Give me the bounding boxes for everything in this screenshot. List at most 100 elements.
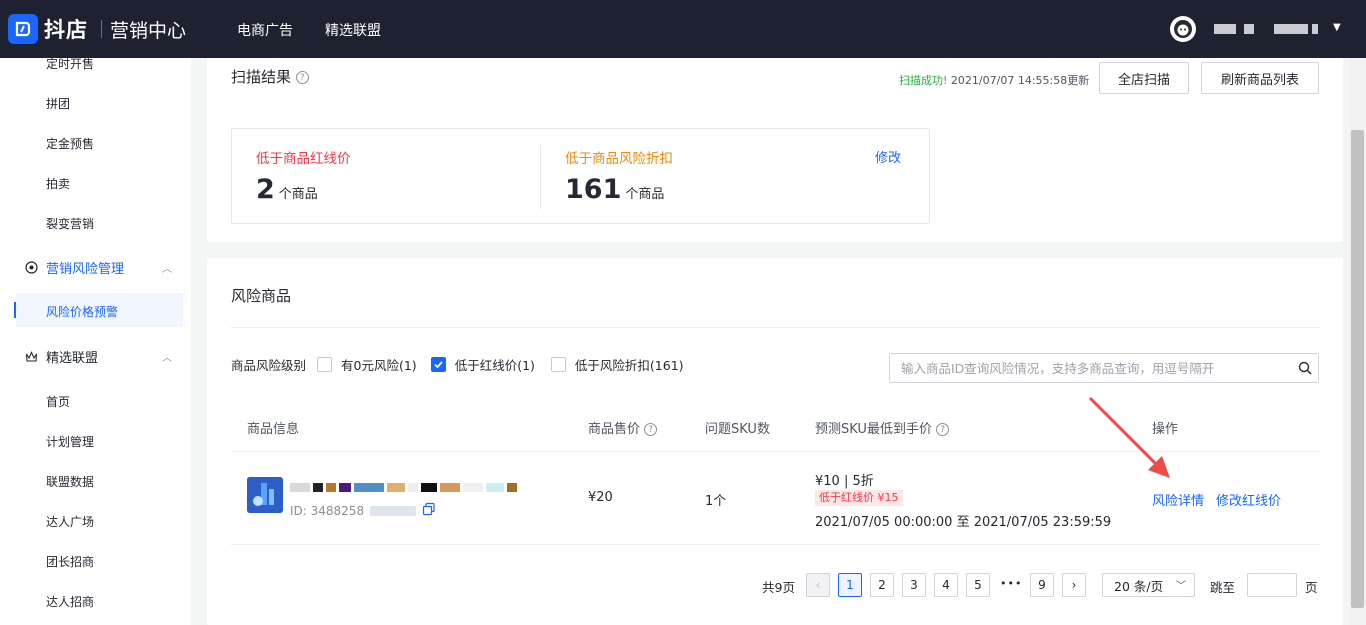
stat-below-discount-value[interactable]: 161: [565, 174, 621, 205]
risk-detail-link[interactable]: 风险详情: [1152, 490, 1204, 509]
sidebar-item-kol-recruit[interactable]: 达人招商: [46, 593, 94, 610]
top-navbar: 抖店 营销中心 电商广告 精选联盟 ▼: [0, 0, 1366, 58]
col-header-predict: 预测SKU最低到手价 ?: [815, 418, 950, 437]
filter-below-redline-label[interactable]: 低于红线价(1): [455, 355, 535, 374]
risk-filter-row: 商品风险级别 有0元风险(1) 低于红线价(1) 低于风险折扣(161): [231, 355, 684, 374]
search-icon[interactable]: [1298, 361, 1312, 379]
scan-result-title: 扫描结果 ?: [231, 66, 309, 87]
status-badge: 低于红线价 ¥15: [815, 490, 903, 506]
product-id-blurred: [370, 505, 417, 516]
col-header-sku-count: 问题SKU数: [705, 422, 770, 437]
username-blurred: [1244, 24, 1254, 34]
scrollbar-thumb[interactable]: [1351, 130, 1364, 608]
sidebar-item-price-warning[interactable]: 风险价格预警: [46, 303, 118, 320]
product-id-search: [889, 353, 1319, 383]
col-header-info: 商品信息: [247, 422, 300, 437]
stat-divider: [540, 145, 541, 209]
scan-updated-time: 2021/07/07 14:55:58更新: [950, 74, 1090, 87]
filter-zero-risk-label[interactable]: 有0元风险(1): [341, 355, 417, 374]
username-blurred: [1214, 24, 1236, 34]
checkbox-zero-risk[interactable]: [317, 357, 333, 372]
risk-filter-label: 商品风险级别: [231, 358, 307, 373]
pagination-page-last[interactable]: 9: [1030, 573, 1054, 597]
stat-unit: 个商品: [278, 187, 318, 202]
checkbox-below-discount[interactable]: [550, 357, 566, 372]
checkbox-below-redline[interactable]: [430, 357, 446, 372]
sidebar-item-auction[interactable]: 拍卖: [46, 175, 70, 192]
scan-success-text: 扫描成功!: [899, 74, 948, 87]
product-id: ID: 3488258: [290, 502, 436, 519]
chevron-down-icon: ﹀: [1176, 581, 1186, 592]
jump-suffix: 页: [1305, 580, 1318, 595]
sidebar-item-leader-recruit[interactable]: 团长招商: [46, 553, 94, 570]
doudian-logo-icon[interactable]: [8, 14, 38, 44]
copy-icon[interactable]: [422, 502, 436, 519]
below-redline-tag: 低于红线价 ¥15: [815, 490, 903, 506]
risk-goods-title: 风险商品: [231, 287, 292, 305]
logo-subtitle: 营销中心: [110, 20, 187, 42]
chevron-up-icon[interactable]: ︿: [162, 260, 172, 275]
edit-discount-link[interactable]: 修改: [875, 147, 901, 166]
problem-sku-count: 1个: [705, 494, 727, 509]
sidebar-item-fission[interactable]: 裂变营销: [46, 215, 94, 232]
nav-alliance[interactable]: 精选联盟: [325, 20, 381, 40]
full-scan-button[interactable]: 全店扫描: [1099, 62, 1189, 94]
stat-below-redline: 2 个商品: [256, 174, 318, 205]
product-thumbnail[interactable]: [247, 477, 283, 513]
product-title-blurred[interactable]: [290, 483, 517, 492]
scan-status: 扫描成功! 2021/07/07 14:55:58更新: [899, 72, 1089, 88]
crown-icon: [24, 350, 38, 364]
stat-below-redline-label: 低于商品红线价: [256, 151, 351, 167]
help-icon[interactable]: ?: [936, 423, 950, 436]
jump-label: 跳至: [1210, 580, 1236, 595]
sidebar-item-group-buy[interactable]: 拼团: [46, 95, 70, 112]
product-price: ¥20: [588, 490, 613, 505]
pagination-page-3[interactable]: 3: [902, 573, 926, 597]
filter-below-discount-label[interactable]: 低于风险折扣(161): [575, 355, 684, 374]
sidebar-group-risk[interactable]: 营销风险管理: [24, 258, 124, 277]
pagination-page-2[interactable]: 2: [870, 573, 894, 597]
sidebar-group-alliance[interactable]: 精选联盟: [24, 347, 98, 366]
sidebar-group-label: 精选联盟: [46, 351, 99, 366]
account-dropdown-icon[interactable]: ▼: [1333, 22, 1341, 33]
sidebar-active-indicator: [14, 302, 16, 318]
sidebar-item-alliance-data[interactable]: 联盟数据: [46, 473, 94, 490]
sidebar-item-kol-square[interactable]: 达人广场: [46, 513, 94, 530]
pagination-total: 共9页: [762, 580, 795, 595]
check-icon: [434, 361, 443, 369]
edit-redline-link[interactable]: 修改红线价: [1216, 490, 1281, 509]
shop-name-blurred: [1274, 24, 1308, 34]
sidebar-item-timed-sale[interactable]: 定时开售: [46, 58, 94, 72]
sidebar-item-plan[interactable]: 计划管理: [46, 433, 94, 450]
stat-below-discount-label: 低于商品风险折扣: [565, 151, 673, 167]
predict-lowest-price: ¥10 | 5折: [815, 474, 874, 489]
risk-shield-icon: [24, 261, 38, 275]
help-icon[interactable]: ?: [295, 71, 309, 84]
page-size-select[interactable]: 20 条/页 ﹀: [1102, 573, 1195, 597]
stat-below-redline-value[interactable]: 2: [256, 174, 275, 205]
sidebar: 定时开售 拼团 定金预售 拍卖 裂变营销 营销风险管理 ︿ 风险价格预警 精选联…: [0, 58, 191, 625]
avatar[interactable]: [1170, 16, 1196, 42]
help-icon[interactable]: ?: [644, 423, 658, 436]
pagination-next-button[interactable]: ›: [1062, 573, 1086, 597]
shop-name-blurred: [1312, 24, 1318, 34]
logo-text[interactable]: 抖店: [44, 14, 88, 44]
nav-ecommerce-ads[interactable]: 电商广告: [237, 20, 293, 40]
divider: [231, 544, 1319, 545]
sidebar-item-home[interactable]: 首页: [46, 393, 70, 410]
annotation-arrow-icon: [1088, 396, 1170, 478]
predict-time-range: 2021/07/05 00:00:00 至 2021/07/05 23:59:5…: [815, 515, 1112, 530]
pagination-page-4[interactable]: 4: [934, 573, 958, 597]
pagination-prev-button[interactable]: ‹: [806, 573, 830, 597]
pagination-ellipsis[interactable]: •••: [1000, 577, 1022, 590]
refresh-list-button[interactable]: 刷新商品列表: [1201, 62, 1319, 94]
pagination-page-1[interactable]: 1: [838, 573, 862, 597]
divider: [231, 327, 1319, 328]
jump-page-input[interactable]: [1247, 573, 1297, 597]
stat-unit: 个商品: [625, 187, 665, 202]
pagination-page-5[interactable]: 5: [966, 573, 990, 597]
col-header-price: 商品售价 ?: [588, 418, 658, 437]
search-input[interactable]: [890, 354, 1280, 382]
sidebar-item-presale[interactable]: 定金预售: [46, 135, 94, 152]
chevron-up-icon[interactable]: ︿: [162, 349, 172, 364]
